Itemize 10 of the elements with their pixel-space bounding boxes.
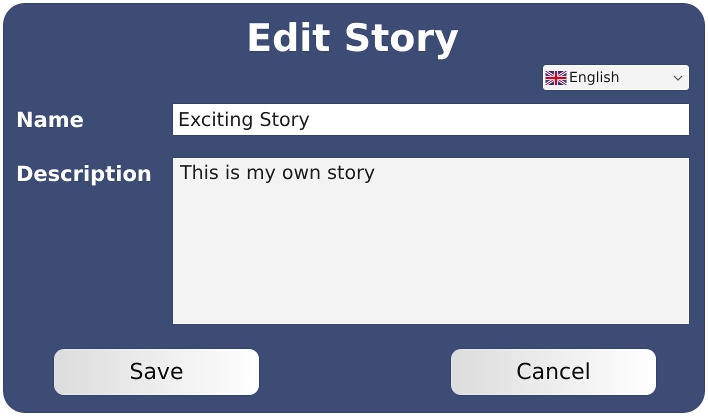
field-label: Description [16,161,153,186]
chevron-down-icon [673,74,683,80]
flag-icon [545,70,567,84]
save-button[interactable]: Save [54,349,259,395]
language-dropdown[interactable]: English [543,65,689,90]
dialog-title: Edit Story [245,15,460,62]
cancel-button[interactable]: Cancel [451,349,656,395]
field-label: Name [16,107,85,132]
name-field[interactable]: Exciting Story [173,104,689,135]
description-field[interactable]: This is my own story [173,158,689,324]
